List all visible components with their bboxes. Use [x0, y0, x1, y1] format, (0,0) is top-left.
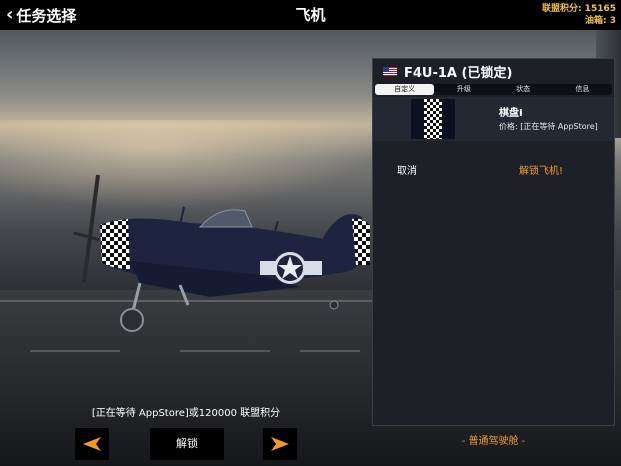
panel-tabs: 自定义 升级 状态 信息 — [375, 84, 612, 95]
back-label: 任务选择 — [16, 6, 77, 25]
panel-header: F4U-1A (已锁定) — [373, 59, 614, 83]
alliance-points: 联盟积分: 15165 — [541, 4, 616, 14]
top-bar: ‹ 任务选择 飞机 联盟积分: 15165 油箱: 3 — [0, 0, 621, 30]
skin-thumbnail — [411, 99, 455, 139]
plane-name: F4U-1A (已锁定) — [404, 65, 513, 81]
tab-status[interactable]: 状态 — [494, 84, 553, 95]
tab-upgrade[interactable]: 升级 — [434, 84, 493, 95]
cancel-button[interactable]: 取消 — [397, 162, 417, 177]
back-button[interactable]: ‹ 任务选择 — [6, 3, 76, 27]
cockpit-selector[interactable]: - 普通驾驶舱 - — [372, 432, 615, 447]
unlock-plane-button[interactable]: 解锁飞机! — [519, 162, 563, 177]
arrow-left-icon — [83, 437, 101, 451]
skin-price: 价格: [正在等待 AppStore] — [499, 122, 598, 131]
tab-info[interactable]: 信息 — [553, 84, 612, 95]
fuel-count: 油箱: 3 — [585, 16, 616, 26]
skin-option[interactable]: 棋盘I 价格: [正在等待 AppStore] — [373, 97, 614, 141]
next-button[interactable] — [263, 428, 297, 460]
plane-illustration — [73, 174, 370, 332]
tab-customize[interactable]: 自定义 — [375, 84, 435, 95]
page-title: 飞机 — [295, 6, 326, 24]
chevron-left-icon: ‹ — [6, 4, 14, 25]
unlock-cost-text: [正在等待 AppStore]或120000 联盟积分 — [91, 408, 281, 419]
resource-stats: 联盟积分: 15165 油箱: 3 — [542, 3, 616, 27]
prev-button[interactable] — [75, 428, 109, 460]
arrow-right-icon — [271, 437, 289, 451]
plane-detail-panel: F4U-1A (已锁定) 自定义 升级 状态 信息 棋盘I 价格: [正在等待 … — [372, 58, 615, 426]
unlock-button[interactable]: 解锁 — [150, 428, 224, 460]
checkerboard-icon — [424, 99, 442, 139]
us-flag-icon — [383, 66, 397, 76]
skin-name: 棋盘I — [499, 108, 523, 119]
